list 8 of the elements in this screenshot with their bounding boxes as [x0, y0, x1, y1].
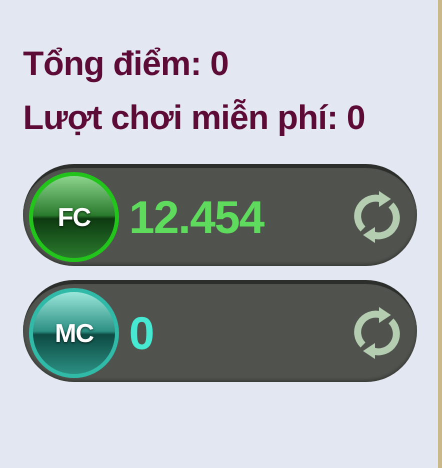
- balance-value: 12.454: [129, 190, 266, 244]
- balance-value: 0: [129, 306, 155, 360]
- score-text: Lượt chơi miễn phí: 0: [23, 98, 366, 138]
- refresh-icon[interactable]: [351, 305, 403, 361]
- refresh-icon[interactable]: [351, 189, 403, 245]
- score-text: Tổng điểm: 0: [23, 44, 230, 84]
- coin-icon: MC: [29, 288, 119, 378]
- coin-icon: FC: [29, 172, 119, 262]
